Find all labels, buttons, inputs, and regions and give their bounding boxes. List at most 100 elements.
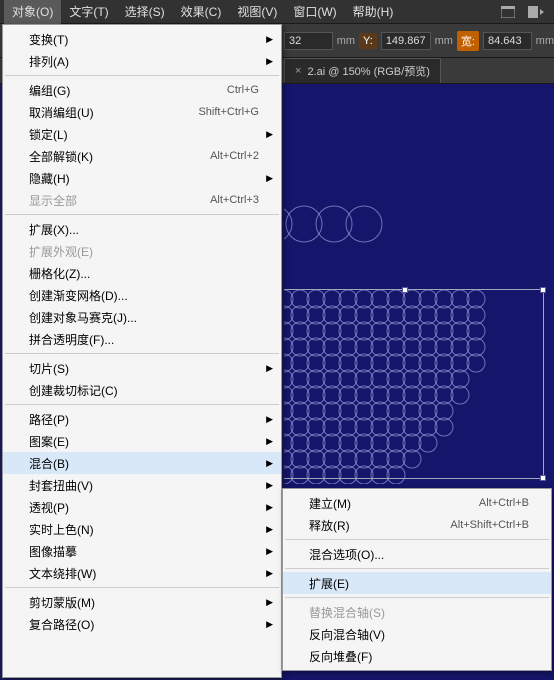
menu-shortcut: Alt+Shift+Ctrl+B (450, 519, 529, 531)
menu-separator (285, 597, 549, 598)
menu-item[interactable]: 剪切蒙版(M)▶ (3, 591, 281, 613)
menu-help[interactable]: 帮助(H) (345, 0, 402, 24)
menu-item-label: 混合选项(O)... (309, 546, 529, 563)
menu-view[interactable]: 视图(V) (229, 0, 285, 24)
menu-item-label: 封套扭曲(V) (29, 477, 259, 494)
selection-handle[interactable] (540, 287, 546, 293)
menu-separator (5, 75, 279, 76)
menu-item-label: 实时上色(N) (29, 521, 259, 538)
coord-x-value[interactable]: 32 (284, 32, 333, 50)
selection-handle[interactable] (402, 287, 408, 293)
menu-item[interactable]: 图像描摹 ▶ (3, 540, 281, 562)
tab-title: 2.ai @ 150% (RGB/预览) (307, 63, 429, 79)
menu-object[interactable]: 对象(O) (4, 0, 61, 24)
menu-shortcut: Ctrl+G (227, 84, 259, 96)
menu-item-label: 扩展(X)... (29, 221, 259, 238)
menu-item[interactable]: 全部解锁(K)Alt+Ctrl+2 (3, 145, 281, 167)
submenu-arrow-icon: ▶ (266, 173, 273, 184)
menu-type[interactable]: 文字(T) (61, 0, 116, 24)
selection-handle[interactable] (540, 475, 546, 481)
menu-item[interactable]: 释放(R)Alt+Shift+Ctrl+B (283, 514, 551, 536)
menu-item[interactable]: 编组(G)Ctrl+G (3, 79, 281, 101)
menu-item[interactable]: 反向混合轴(V) (283, 623, 551, 645)
menu-separator (5, 214, 279, 215)
close-icon[interactable]: × (295, 65, 301, 77)
menu-item[interactable]: 封套扭曲(V) ▶ (3, 474, 281, 496)
menu-item-label: 排列(A) (29, 53, 259, 70)
menu-item[interactable]: 取消编组(U)Shift+Ctrl+G (3, 101, 281, 123)
menu-effect[interactable]: 效果(C) (173, 0, 230, 24)
menu-item[interactable]: 文本绕排(W) ▶ (3, 562, 281, 584)
menu-item[interactable]: 变换(T)▶ (3, 28, 281, 50)
menu-select[interactable]: 选择(S) (117, 0, 173, 24)
menu-item-label: 替换混合轴(S) (309, 604, 529, 621)
menu-item[interactable]: 实时上色(N)▶ (3, 518, 281, 540)
menu-item-label: 栅格化(Z)... (29, 265, 259, 282)
menubar: 对象(O) 文字(T) 选择(S) 效果(C) 视图(V) 窗口(W) 帮助(H… (0, 0, 554, 24)
menu-item-label: 取消编组(U) (29, 104, 198, 121)
menu-item-label: 扩展(E) (309, 575, 529, 592)
menu-item[interactable]: 建立(M)Alt+Ctrl+B (283, 492, 551, 514)
menu-item-label: 拼合透明度(F)... (29, 331, 259, 348)
menu-item-label: 切片(S) (29, 360, 259, 377)
menu-separator (285, 539, 549, 540)
submenu-arrow-icon: ▶ (266, 568, 273, 579)
menu-item[interactable]: 栅格化(Z)... (3, 262, 281, 284)
menu-item-label: 反向混合轴(V) (309, 626, 529, 643)
menu-item-label: 创建渐变网格(D)... (29, 287, 259, 304)
menu-item[interactable]: 复合路径(O)▶ (3, 613, 281, 635)
unit-label: mm (536, 35, 554, 47)
menu-shortcut: Alt+Ctrl+2 (210, 150, 259, 162)
menu-item-label: 创建裁切标记(C) (29, 382, 259, 399)
submenu-arrow-icon: ▶ (266, 414, 273, 425)
menu-item-label: 图像描摹 (29, 543, 259, 560)
menu-item[interactable]: 扩展(E) (283, 572, 551, 594)
menu-item[interactable]: 创建裁切标记(C) (3, 379, 281, 401)
menu-item[interactable]: 拼合透明度(F)... (3, 328, 281, 350)
menu-item[interactable]: 创建对象马赛克(J)... (3, 306, 281, 328)
menu-separator (5, 587, 279, 588)
object-menu-dropdown: 变换(T)▶排列(A)▶编组(G)Ctrl+G取消编组(U)Shift+Ctrl… (2, 24, 282, 678)
submenu-arrow-icon: ▶ (266, 546, 273, 557)
unit-label: mm (435, 35, 453, 47)
menu-item-label: 锁定(L) (29, 126, 259, 143)
coord-y-value[interactable]: 149.867 (381, 32, 431, 50)
submenu-arrow-icon: ▶ (266, 502, 273, 513)
unit-label: mm (337, 35, 355, 47)
menu-item[interactable]: 混合选项(O)... (283, 543, 551, 565)
screen-mode-icon[interactable] (524, 2, 548, 22)
menu-item: 替换混合轴(S) (283, 601, 551, 623)
submenu-arrow-icon: ▶ (266, 363, 273, 374)
menu-item[interactable]: 透视(P)▶ (3, 496, 281, 518)
menu-item-label: 文本绕排(W) (29, 565, 259, 582)
menu-item[interactable]: 图案(E) ▶ (3, 430, 281, 452)
menu-item-label: 隐藏(H) (29, 170, 259, 187)
menu-item-label: 图案(E) (29, 433, 259, 450)
menu-item-label: 编组(G) (29, 82, 227, 99)
menu-item: 显示全部Alt+Ctrl+3 (3, 189, 281, 211)
menu-item[interactable]: 混合(B)▶ (3, 452, 281, 474)
document-tab[interactable]: × 2.ai @ 150% (RGB/预览) (284, 58, 441, 83)
menu-item[interactable]: 创建渐变网格(D)... (3, 284, 281, 306)
menu-item-label: 全部解锁(K) (29, 148, 210, 165)
menu-item-label: 显示全部 (29, 192, 210, 209)
submenu-arrow-icon: ▶ (266, 129, 273, 140)
menu-item-label: 变换(T) (29, 31, 259, 48)
menu-item[interactable]: 反向堆叠(F) (283, 645, 551, 667)
submenu-arrow-icon: ▶ (266, 436, 273, 447)
menu-window[interactable]: 窗口(W) (285, 0, 344, 24)
menu-item[interactable]: 路径(P)▶ (3, 408, 281, 430)
menu-item[interactable]: 隐藏(H) ▶ (3, 167, 281, 189)
submenu-arrow-icon: ▶ (266, 480, 273, 491)
menu-item[interactable]: 锁定(L) ▶ (3, 123, 281, 145)
menu-item[interactable]: 扩展(X)... (3, 218, 281, 240)
menu-shortcut: Alt+Ctrl+3 (210, 194, 259, 206)
menu-item-label: 扩展外观(E) (29, 243, 259, 260)
layout-icon[interactable] (496, 2, 520, 22)
menu-item[interactable]: 切片(S) ▶ (3, 357, 281, 379)
menu-item-label: 混合(B) (29, 455, 259, 472)
selection-box[interactable] (284, 289, 544, 479)
coord-w-value[interactable]: 84.643 (483, 32, 532, 50)
menu-item[interactable]: 排列(A)▶ (3, 50, 281, 72)
menu-item-label: 剪切蒙版(M) (29, 594, 259, 611)
